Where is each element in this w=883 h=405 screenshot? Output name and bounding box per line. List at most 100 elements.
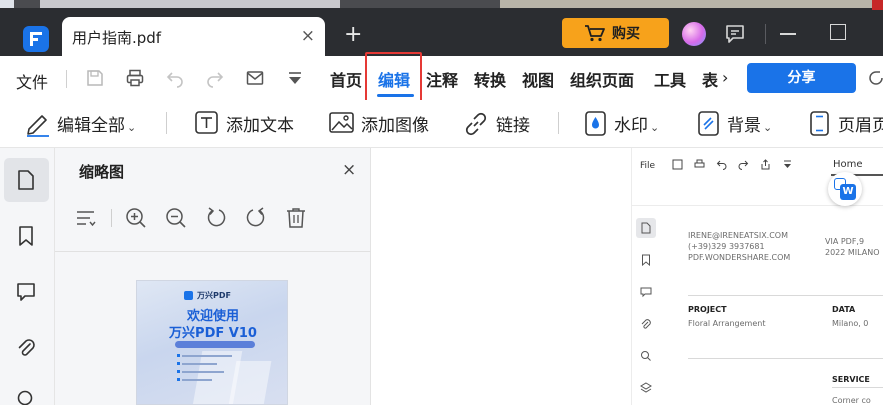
- close-panel-icon[interactable]: ×: [342, 160, 356, 180]
- bullet: [177, 378, 180, 381]
- bookmark-icon: [19, 226, 33, 246]
- refresh-icon[interactable]: [867, 69, 883, 87]
- text-line: [182, 355, 232, 357]
- rotate-left-icon[interactable]: [204, 206, 228, 230]
- more-tabs-chevron-icon[interactable]: ›: [722, 68, 728, 87]
- preview-rule: [832, 387, 883, 388]
- minimize-window-icon[interactable]: [780, 33, 796, 35]
- file-menu[interactable]: 文件: [16, 69, 48, 93]
- thumbnails-rail-button[interactable]: [4, 158, 49, 202]
- zoom-out-icon[interactable]: [164, 206, 188, 230]
- word-conversion-badge[interactable]: W: [828, 172, 862, 206]
- text-line: [182, 379, 212, 381]
- header-footer-icon: [810, 111, 829, 136]
- corner-badge: [872, 0, 883, 10]
- logo-mark-icon: [30, 32, 42, 46]
- strip-chip: [0, 0, 14, 8]
- add-text-button[interactable]: 添加文本: [194, 100, 304, 148]
- zoom-in-icon[interactable]: [124, 206, 148, 230]
- preview-bookmark-icon: [642, 254, 650, 266]
- watermark-icon: [585, 111, 606, 136]
- thumbnail-toolbar: [55, 204, 371, 244]
- preview-comment-icon: [640, 287, 652, 298]
- tab-organize-pages[interactable]: 组织页面: [570, 67, 634, 91]
- buy-button[interactable]: 购买: [562, 18, 669, 48]
- page-thumbnail[interactable]: 万兴PDF 欢迎使用 万兴PDF V10: [136, 280, 288, 405]
- new-tab-button[interactable]: +: [344, 22, 362, 47]
- save-icon[interactable]: [85, 68, 105, 88]
- feedback-icon[interactable]: [724, 23, 746, 45]
- email-icon[interactable]: [245, 68, 265, 88]
- comments-rail-button[interactable]: [4, 270, 49, 314]
- header-footer-button[interactable]: 页眉页: [809, 100, 883, 148]
- header-footer-label: 页眉页: [838, 116, 883, 136]
- preview-page-icon: [641, 222, 651, 234]
- rotate-right-icon[interactable]: [244, 206, 268, 230]
- preview-page-button: [636, 218, 656, 238]
- preview-phone: (+39)329 3937681: [688, 242, 765, 251]
- document-tab[interactable]: 用户指南.pdf ×: [62, 17, 325, 56]
- cart-icon: [585, 25, 605, 42]
- preview-undo-icon: [716, 160, 727, 170]
- comment-icon: [17, 283, 35, 301]
- background-button[interactable]: 背景 ⌄: [697, 100, 787, 148]
- menu-bar: 文件 首页 编辑 注释 转换 视图 组织页面 工具 表 › 分享: [0, 56, 883, 100]
- print-icon[interactable]: [125, 68, 145, 88]
- preview-dropdown-icon: [784, 160, 791, 168]
- preview-share-icon: [761, 159, 770, 170]
- text-box-icon: [195, 111, 218, 134]
- edit-toolbar: 编辑全部 ⌄ 添加文本 添加图像 链接 水印 ⌄ 背景 ⌄ 页眉页: [0, 100, 883, 148]
- text-line: [182, 371, 224, 373]
- link-button[interactable]: 链接: [463, 100, 543, 148]
- user-avatar[interactable]: [682, 22, 706, 46]
- titlebar-divider: [765, 24, 766, 44]
- edit-all-button[interactable]: 编辑全部 ⌄: [25, 100, 155, 148]
- preview-project-label: PROJECT: [688, 305, 727, 314]
- quick-access-dropdown-icon[interactable]: [285, 68, 305, 88]
- add-image-label: 添加图像: [361, 116, 429, 136]
- tab-form[interactable]: 表: [702, 67, 718, 91]
- preview-layers-button: [636, 378, 656, 398]
- preview-sidebar: [632, 214, 660, 405]
- delete-page-icon[interactable]: [284, 206, 308, 230]
- attachments-rail-button[interactable]: [4, 326, 49, 370]
- preview-service-label: SERVICE: [832, 375, 870, 384]
- thumbnail-panel-title: 缩略图: [79, 163, 125, 181]
- preview-comment-button: [636, 282, 656, 302]
- title-bar: 用户指南.pdf × + 购买: [0, 0, 883, 56]
- link-label: 链接: [496, 116, 530, 136]
- bullet: [177, 354, 180, 357]
- maximize-window-icon[interactable]: [830, 24, 846, 40]
- tab-home[interactable]: 首页: [330, 67, 362, 91]
- text-line: [182, 363, 217, 365]
- link-icon: [465, 112, 487, 136]
- app-logo[interactable]: [23, 26, 49, 52]
- preview-attachment-button: [636, 314, 656, 334]
- add-image-button[interactable]: 添加图像: [328, 100, 438, 148]
- redo-icon[interactable]: [205, 68, 225, 88]
- search-rail-button[interactable]: [4, 378, 49, 405]
- tab-convert[interactable]: 转换: [474, 67, 506, 91]
- word-icon: W: [840, 184, 856, 200]
- preview-rule: [688, 358, 883, 359]
- tab-tools[interactable]: 工具: [654, 67, 686, 91]
- preview-bookmark-button: [636, 250, 656, 270]
- page-options-icon[interactable]: [74, 206, 98, 230]
- preview-redo-icon: [738, 160, 749, 170]
- strip-chip: [40, 0, 340, 8]
- bookmarks-rail-button[interactable]: [4, 214, 49, 258]
- document-canvas[interactable]: [371, 148, 631, 405]
- share-button[interactable]: 分享: [747, 63, 856, 93]
- tab-view[interactable]: 视图: [522, 67, 554, 91]
- image-icon: [329, 112, 354, 133]
- close-tab-icon[interactable]: ×: [301, 26, 315, 46]
- preview-save-icon: [672, 159, 683, 170]
- page-icon: [18, 170, 34, 190]
- undo-icon[interactable]: [165, 68, 185, 88]
- tab-comment[interactable]: 注释: [426, 67, 458, 91]
- watermark-button[interactable]: 水印 ⌄: [584, 100, 674, 148]
- preview-project-value: Floral Arrangement: [688, 319, 766, 328]
- strip-chip: [500, 0, 880, 8]
- thumbnail-heading-2: 万兴PDF V10: [169, 326, 257, 341]
- search-icon: [17, 390, 33, 405]
